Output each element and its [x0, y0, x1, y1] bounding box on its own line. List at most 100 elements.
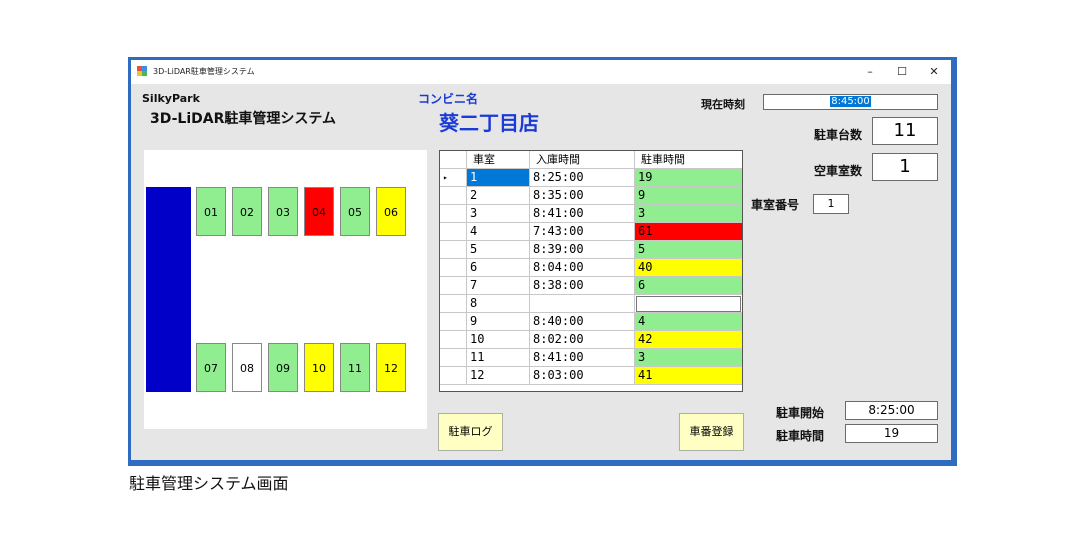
row-header[interactable]	[440, 295, 467, 313]
client-area: SilkyPark 3D-LiDAR駐車管理システム コンビニ名 葵二丁目店 現…	[131, 84, 951, 460]
parking-space[interactable]: 06	[376, 187, 406, 236]
table-row[interactable]: 5 8:39:00 5	[440, 241, 742, 259]
cell-room[interactable]: 9	[467, 313, 530, 331]
cell-room[interactable]: 1	[467, 169, 530, 187]
table-row[interactable]: 8	[440, 295, 742, 313]
cell-entry-time[interactable]: 8:02:00	[530, 331, 635, 349]
cell-room[interactable]: 3	[467, 205, 530, 223]
cell-duration[interactable]: 6	[635, 277, 742, 295]
table-row[interactable]: 7 8:38:00 6	[440, 277, 742, 295]
cell-room[interactable]: 12	[467, 367, 530, 385]
parking-space[interactable]: 12	[376, 343, 406, 392]
table-row[interactable]: 6 8:04:00 40	[440, 259, 742, 277]
duration-label: 駐車時間	[776, 429, 825, 443]
minimize-button[interactable]: –	[857, 63, 883, 81]
cell-duration[interactable]: 5	[635, 241, 742, 259]
table-row[interactable]: 10 8:02:00 42	[440, 331, 742, 349]
parking-space[interactable]: 05	[340, 187, 370, 236]
cell-duration[interactable]	[635, 295, 742, 313]
cell-entry-time[interactable]: 8:39:00	[530, 241, 635, 259]
parking-space[interactable]: 04	[304, 187, 334, 236]
cell-duration[interactable]: 3	[635, 349, 742, 367]
room-number-field[interactable]: 1	[813, 194, 849, 214]
cell-duration[interactable]: 41	[635, 367, 742, 385]
cell-entry-time[interactable]: 8:38:00	[530, 277, 635, 295]
cell-room[interactable]: 7	[467, 277, 530, 295]
system-name: 3D-LiDAR駐車管理システム	[150, 111, 336, 127]
row-header[interactable]	[440, 187, 467, 205]
cell-duration[interactable]: 4	[635, 313, 742, 331]
table-row[interactable]: 12 8:03:00 41	[440, 367, 742, 385]
close-button[interactable]: ✕	[921, 63, 947, 81]
parking-space[interactable]: 09	[268, 343, 298, 392]
cell-entry-time[interactable]: 8:41:00	[530, 205, 635, 223]
parking-space[interactable]: 03	[268, 187, 298, 236]
column-header-room[interactable]: 車室	[467, 151, 530, 169]
cell-entry-time[interactable]: 8:03:00	[530, 367, 635, 385]
cell-room[interactable]: 4	[467, 223, 530, 241]
parking-space[interactable]: 10	[304, 343, 334, 392]
table-row[interactable]: 9 8:40:00 4	[440, 313, 742, 331]
table-header-row: 車室 入庫時間 駐車時間	[440, 151, 742, 169]
row-header[interactable]	[440, 349, 467, 367]
cell-entry-time[interactable]: 8:35:00	[530, 187, 635, 205]
cell-entry-time[interactable]: 8:40:00	[530, 313, 635, 331]
cell-duration[interactable]: 42	[635, 331, 742, 349]
start-time-label: 駐車開始	[776, 406, 825, 420]
table-row[interactable]: ▸ 1 8:25:00 19	[440, 169, 742, 187]
parking-space[interactable]: 07	[196, 343, 226, 392]
store-label: コンビニ名	[418, 92, 479, 106]
row-header[interactable]	[440, 277, 467, 295]
app-icon	[137, 66, 147, 76]
cell-duration[interactable]: 19	[635, 169, 742, 187]
cell-room[interactable]: 10	[467, 331, 530, 349]
cell-room[interactable]: 8	[467, 295, 530, 313]
row-header[interactable]	[440, 241, 467, 259]
cell-room[interactable]: 5	[467, 241, 530, 259]
cell-room[interactable]: 2	[467, 187, 530, 205]
row-header[interactable]	[440, 205, 467, 223]
parking-space[interactable]: 08	[232, 343, 262, 392]
start-time-value: 8:25:00	[845, 401, 938, 420]
row-header[interactable]	[440, 331, 467, 349]
cell-duration[interactable]: 9	[635, 187, 742, 205]
table-row[interactable]: 4 7:43:00 61	[440, 223, 742, 241]
cell-duration[interactable]: 40	[635, 259, 742, 277]
cell-entry-time[interactable]	[530, 295, 635, 313]
table-row[interactable]: 11 8:41:00 3	[440, 349, 742, 367]
table-row[interactable]: 2 8:35:00 9	[440, 187, 742, 205]
store-name: 葵二丁目店	[439, 111, 539, 135]
column-header-duration[interactable]: 駐車時間	[635, 151, 742, 169]
parking-table[interactable]: 車室 入庫時間 駐車時間 ▸ 1 8:25:00 19 2 8:35:00 9 3 8:41:0…	[439, 150, 743, 392]
row-header[interactable]	[440, 223, 467, 241]
maximize-button[interactable]: ☐	[889, 63, 915, 81]
row-header[interactable]	[440, 367, 467, 385]
cell-duration[interactable]: 3	[635, 205, 742, 223]
cell-room[interactable]: 6	[467, 259, 530, 277]
cell-entry-time[interactable]: 7:43:00	[530, 223, 635, 241]
row-header-corner	[440, 151, 467, 169]
parked-count-value: 11	[872, 117, 938, 145]
column-header-entry[interactable]: 入庫時間	[530, 151, 635, 169]
clock-field[interactable]: 8:45:00	[763, 94, 938, 110]
cell-duration[interactable]: 61	[635, 223, 742, 241]
current-row-arrow-icon[interactable]: ▸	[440, 169, 467, 187]
app-window: 3D-LiDAR駐車管理システム – ☐ ✕ SilkyPark 3D-LiDA…	[131, 60, 951, 460]
parking-space[interactable]: 01	[196, 187, 226, 236]
row-header[interactable]	[440, 313, 467, 331]
row-header[interactable]	[440, 259, 467, 277]
parking-space[interactable]: 02	[232, 187, 262, 236]
empty-count-value: 1	[872, 153, 938, 181]
title-bar[interactable]: 3D-LiDAR駐車管理システム – ☐ ✕	[131, 60, 951, 84]
cell-entry-time[interactable]: 8:04:00	[530, 259, 635, 277]
cell-room[interactable]: 11	[467, 349, 530, 367]
parking-space[interactable]: 11	[340, 343, 370, 392]
cell-entry-time[interactable]: 8:25:00	[530, 169, 635, 187]
duration-value: 19	[845, 424, 938, 443]
brand-label: SilkyPark	[142, 92, 200, 105]
parking-log-button[interactable]: 駐車ログ	[438, 413, 503, 451]
clock-label: 現在時刻	[701, 98, 745, 111]
plate-register-button[interactable]: 車番登録	[679, 413, 744, 451]
cell-entry-time[interactable]: 8:41:00	[530, 349, 635, 367]
table-row[interactable]: 3 8:41:00 3	[440, 205, 742, 223]
